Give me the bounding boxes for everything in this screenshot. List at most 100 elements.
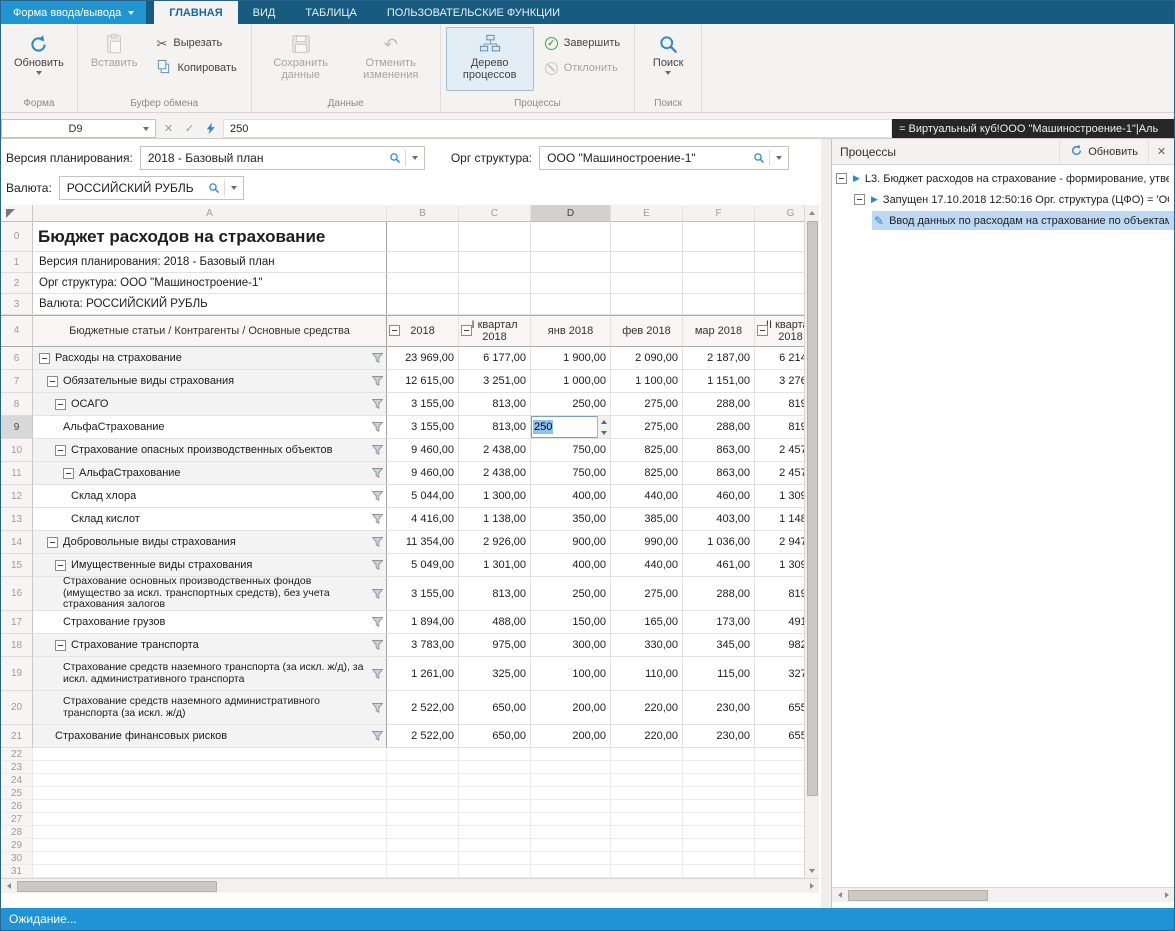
cell[interactable]: 2 187,00 <box>683 347 755 370</box>
budget-item-cell[interactable]: Страхование транспорта <box>33 634 387 657</box>
row-header-1[interactable]: 1 <box>1 252 33 273</box>
cell[interactable] <box>387 787 459 800</box>
cell[interactable]: 115,00 <box>683 657 755 691</box>
cell[interactable]: 750,00 <box>531 462 611 485</box>
cell[interactable]: 345,00 <box>683 634 755 657</box>
cell[interactable]: 6 214,00 <box>755 347 804 370</box>
filter-funnel-icon[interactable] <box>372 399 383 409</box>
cell[interactable] <box>611 800 683 813</box>
cell[interactable] <box>459 865 531 878</box>
cell[interactable]: 288,00 <box>683 416 755 439</box>
cell[interactable] <box>387 826 459 839</box>
column-header-D[interactable]: D <box>531 205 611 222</box>
cell[interactable]: 330,00 <box>611 634 683 657</box>
cell[interactable]: 385,00 <box>611 508 683 531</box>
period-header-cell[interactable]: II квартал 2018 <box>755 315 804 347</box>
confirm-icon[interactable]: ✓ <box>180 122 199 135</box>
period-header-cell[interactable]: мар 2018 <box>683 315 755 347</box>
cell[interactable] <box>683 839 755 852</box>
filter-funnel-icon[interactable] <box>372 537 383 547</box>
horizontal-scroll-thumb[interactable] <box>17 881 217 892</box>
cell[interactable] <box>387 774 459 787</box>
cell[interactable]: 5 049,00 <box>387 554 459 577</box>
budget-item-cell[interactable]: Склад кислот <box>33 508 387 531</box>
scroll-left-button[interactable] <box>1 879 16 894</box>
undo-changes-button[interactable]: ↶ Отменить изменения <box>347 27 435 91</box>
collapse-toggle[interactable] <box>55 560 66 571</box>
cell[interactable] <box>33 839 387 852</box>
formula-input[interactable]: 250 <box>223 119 892 138</box>
cell[interactable] <box>755 774 804 787</box>
cell[interactable] <box>459 748 531 761</box>
combo-dropdown[interactable] <box>770 147 788 169</box>
cell[interactable]: 3 155,00 <box>387 393 459 416</box>
cell[interactable] <box>683 748 755 761</box>
cell[interactable]: 461,00 <box>683 554 755 577</box>
cell[interactable] <box>683 787 755 800</box>
row-header-12[interactable]: 12 <box>1 485 33 508</box>
budget-item-cell[interactable]: Страхование средств наземного администра… <box>33 691 387 725</box>
cell[interactable]: 863,00 <box>683 462 755 485</box>
cell[interactable]: 975,00 <box>459 634 531 657</box>
cell[interactable] <box>387 813 459 826</box>
cell[interactable]: 350,00 <box>531 508 611 531</box>
row-header-16[interactable]: 16 <box>1 577 33 611</box>
cell[interactable] <box>459 852 531 865</box>
cell[interactable] <box>459 774 531 787</box>
cell[interactable] <box>683 774 755 787</box>
search-button[interactable]: Поиск <box>640 27 696 91</box>
cell[interactable] <box>755 865 804 878</box>
paste-button[interactable]: Вставить <box>83 27 146 91</box>
cell[interactable]: 819,00 <box>755 393 804 416</box>
filter-funnel-icon[interactable] <box>372 640 383 650</box>
cell[interactable] <box>611 774 683 787</box>
cell[interactable] <box>683 761 755 774</box>
cell[interactable]: 1 138,00 <box>459 508 531 531</box>
row-header-30[interactable]: 30 <box>1 852 33 865</box>
filter-funnel-icon[interactable] <box>372 617 383 627</box>
filter-funnel-icon[interactable] <box>372 514 383 524</box>
cell[interactable]: 9 460,00 <box>387 439 459 462</box>
cell[interactable] <box>33 800 387 813</box>
cell[interactable] <box>683 826 755 839</box>
process-item-content[interactable]: ✎Ввод данных по расходам на страхование … <box>872 211 1174 230</box>
row-header-18[interactable]: 18 <box>1 634 33 657</box>
cell[interactable]: 325,00 <box>459 657 531 691</box>
cell[interactable]: 3 783,00 <box>387 634 459 657</box>
cell[interactable]: 1 309,00 <box>755 554 804 577</box>
budget-item-cell[interactable]: Страхование опасных производственных объ… <box>33 439 387 462</box>
cell[interactable]: 1 900,00 <box>531 347 611 370</box>
filter-funnel-icon[interactable] <box>372 376 383 386</box>
cell[interactable] <box>683 813 755 826</box>
period-header-cell[interactable]: фев 2018 <box>611 315 683 347</box>
cell[interactable]: 440,00 <box>611 485 683 508</box>
cell[interactable]: 1 148,00 <box>755 508 804 531</box>
budget-item-cell[interactable]: Обязательные виды страхования <box>33 370 387 393</box>
cell[interactable]: 275,00 <box>611 577 683 611</box>
filter-funnel-icon[interactable] <box>372 468 383 478</box>
complete-button[interactable]: ✓ Завершить <box>536 33 629 53</box>
cell[interactable]: 819,00 <box>755 577 804 611</box>
row-header-20[interactable]: 20 <box>1 691 33 725</box>
cell[interactable]: 11 354,00 <box>387 531 459 554</box>
cell[interactable]: 1 100,00 <box>611 370 683 393</box>
scroll-right-button[interactable] <box>804 879 819 894</box>
row-header-11[interactable]: 11 <box>1 462 33 485</box>
filter-funnel-icon[interactable] <box>372 589 383 599</box>
combo-dropdown[interactable] <box>225 177 243 199</box>
panel-splitter[interactable] <box>821 139 831 908</box>
cell[interactable]: 491,00 <box>755 611 804 634</box>
cell[interactable] <box>531 852 611 865</box>
save-data-button[interactable]: Сохранить данные <box>257 27 345 91</box>
cell[interactable]: 813,00 <box>459 393 531 416</box>
cell[interactable] <box>387 748 459 761</box>
process-item-content[interactable]: ▶Запущен 17.10.2018 12:50:16 Орг. структ… <box>869 190 1174 209</box>
row-header-9[interactable]: 9 <box>1 416 33 439</box>
cell[interactable]: 288,00 <box>683 393 755 416</box>
cell[interactable]: 3 251,00 <box>459 370 531 393</box>
cell-reference-box[interactable]: D9 <box>1 119 156 138</box>
process-item[interactable]: ▶L3. Бюджет расходов на страхование - фо… <box>832 168 1174 189</box>
cell[interactable] <box>611 865 683 878</box>
filter-funnel-icon[interactable] <box>372 422 383 432</box>
row-header-29[interactable]: 29 <box>1 839 33 852</box>
